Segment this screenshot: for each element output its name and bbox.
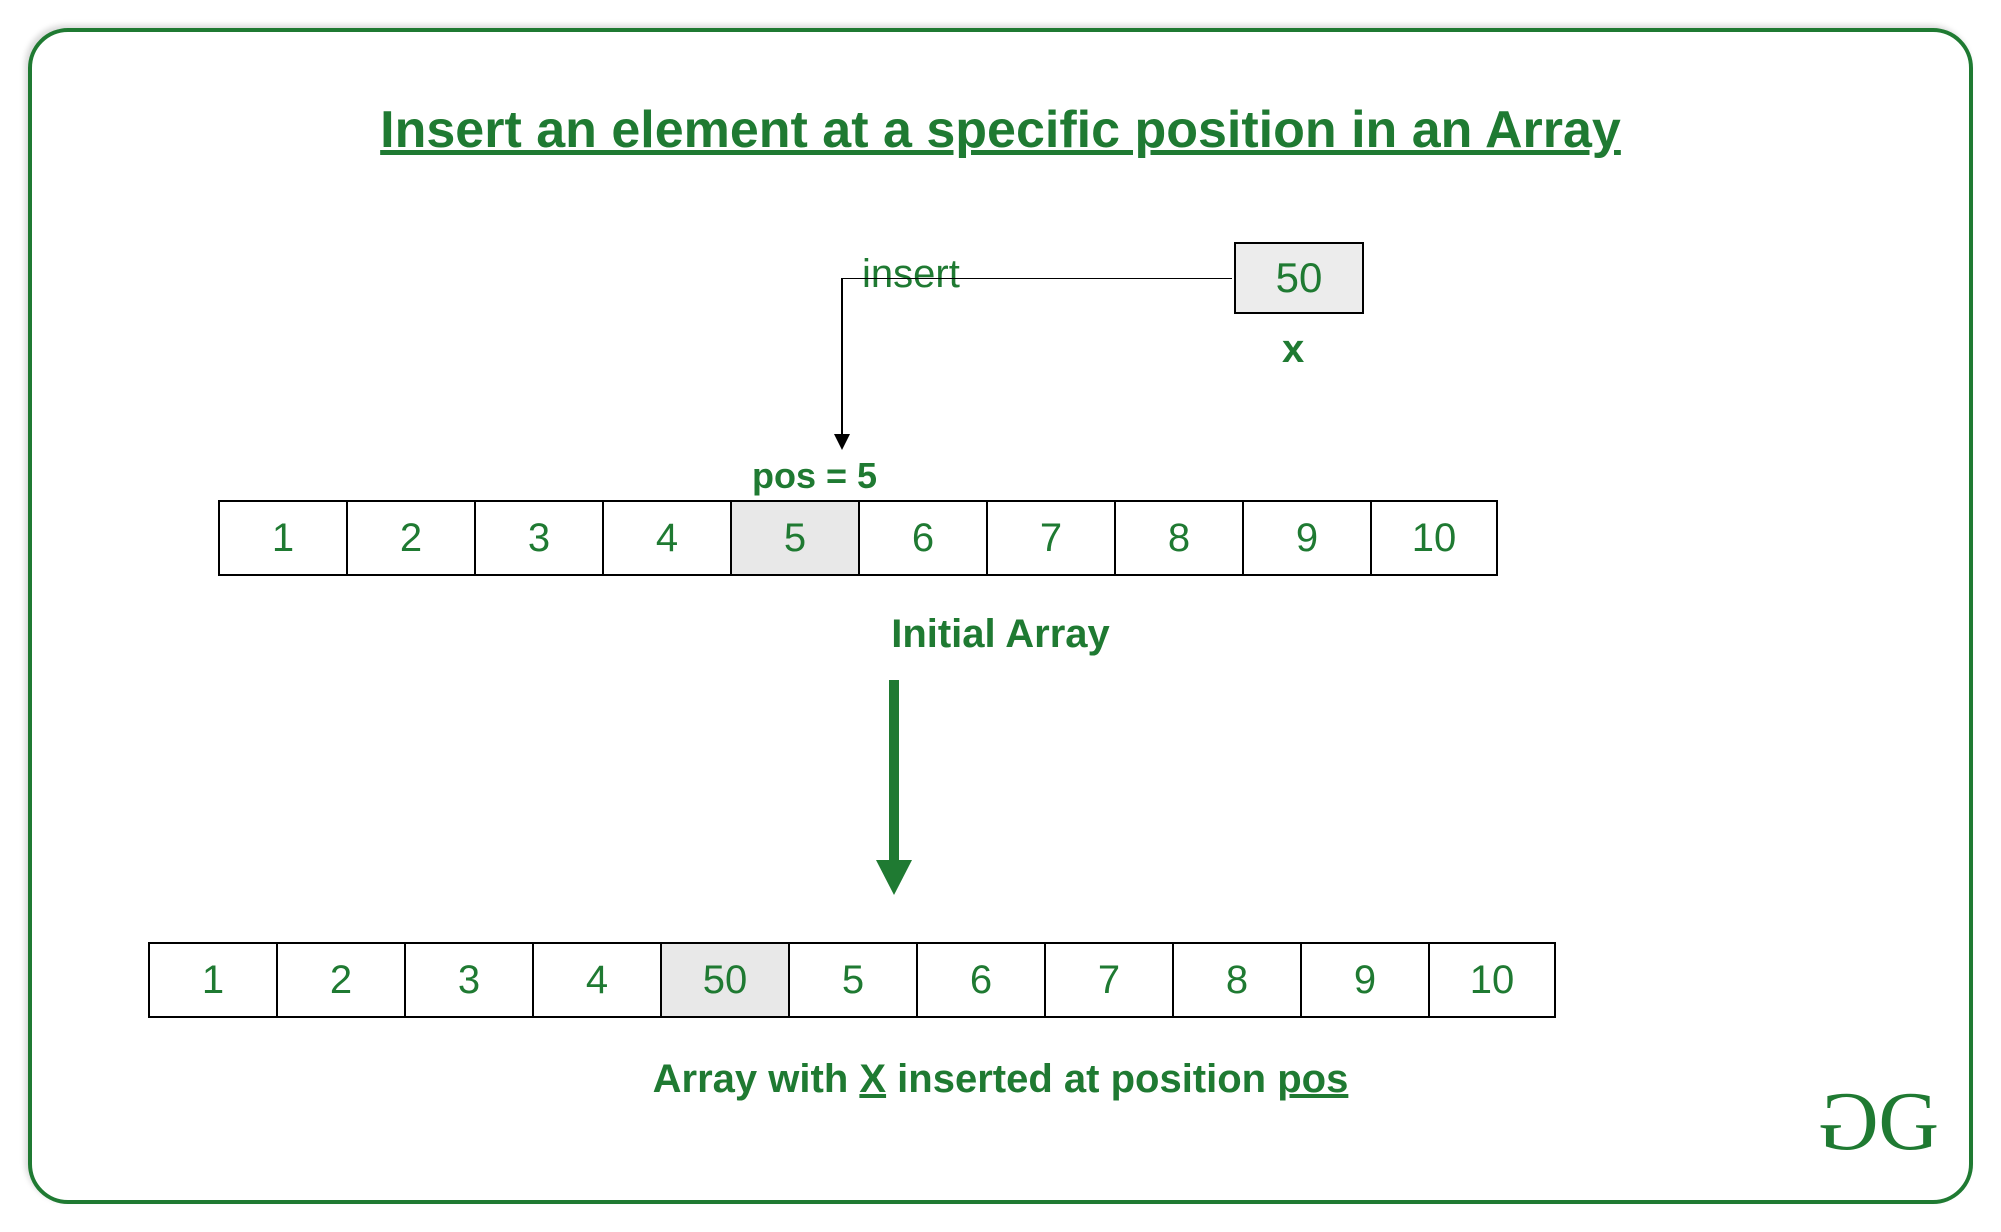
array-cell: 4 xyxy=(532,942,660,1018)
insert-action-label: insert xyxy=(862,252,960,297)
array-cell: 50 xyxy=(660,942,788,1018)
initial-array: 12345678910 xyxy=(218,500,1498,576)
result-array-caption: Array with X inserted at position pos xyxy=(32,1057,1969,1102)
array-cell: 4 xyxy=(602,500,730,576)
transform-arrow-icon xyxy=(874,680,914,895)
array-cell: 9 xyxy=(1300,942,1428,1018)
array-cell: 2 xyxy=(276,942,404,1018)
initial-array-caption: Initial Array xyxy=(32,612,1969,657)
array-cell: 8 xyxy=(1114,500,1242,576)
x-value-box: 50 xyxy=(1234,242,1364,314)
result-array: 1234505678910 xyxy=(148,942,1556,1018)
caption-text: inserted at position xyxy=(886,1057,1277,1101)
array-cell: 9 xyxy=(1242,500,1370,576)
array-cell: 3 xyxy=(474,500,602,576)
array-cell: 10 xyxy=(1370,500,1498,576)
array-cell: 3 xyxy=(404,942,532,1018)
geeksforgeeks-logo-icon: GG xyxy=(1826,1073,1931,1170)
array-cell: 7 xyxy=(986,500,1114,576)
caption-var-pos: pos xyxy=(1277,1057,1348,1101)
x-variable-label: x xyxy=(1282,327,1304,372)
array-cell: 1 xyxy=(218,500,346,576)
caption-var-x: X xyxy=(859,1057,886,1101)
pos-label: pos = 5 xyxy=(752,455,877,497)
array-cell: 2 xyxy=(346,500,474,576)
caption-text: Array with xyxy=(653,1057,860,1101)
array-cell: 7 xyxy=(1044,942,1172,1018)
array-cell: 6 xyxy=(916,942,1044,1018)
array-cell: 8 xyxy=(1172,942,1300,1018)
array-cell: 10 xyxy=(1428,942,1556,1018)
array-cell: 5 xyxy=(730,500,858,576)
diagram-title: Insert an element at a specific position… xyxy=(32,100,1969,160)
insert-arrow-icon xyxy=(812,278,1242,453)
array-cell: 1 xyxy=(148,942,276,1018)
array-cell: 6 xyxy=(858,500,986,576)
array-cell: 5 xyxy=(788,942,916,1018)
diagram-frame: Insert an element at a specific position… xyxy=(28,28,1973,1204)
